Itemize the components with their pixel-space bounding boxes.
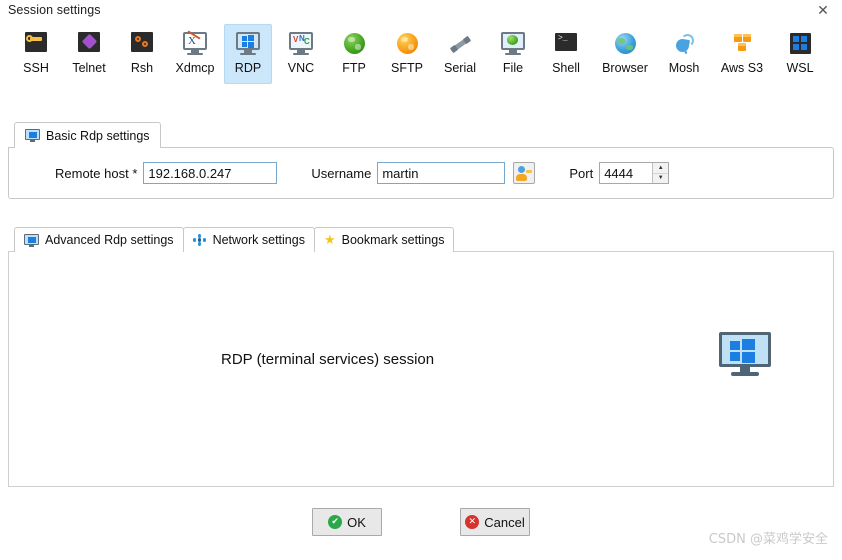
- session-description-text: RDP (terminal services) session: [221, 351, 435, 368]
- settings-tab-strip: Advanced Rdp settings Network settings ★…: [14, 227, 455, 252]
- username-input[interactable]: [377, 162, 506, 184]
- cancel-button[interactable]: ✕ Cancel: [460, 508, 530, 536]
- windows-monitor-icon: [719, 332, 771, 378]
- mosh-satellite-icon: [670, 29, 698, 57]
- star-icon: ★: [323, 232, 336, 248]
- protocol-button-serial[interactable]: Serial: [436, 24, 484, 84]
- tab-bookmark-settings-label: Bookmark settings: [341, 233, 445, 247]
- protocol-toolbar: SSH Telnet Rsh X Xdmcp RDP V N C VNC FTP…: [0, 24, 842, 90]
- user-key-icon[interactable]: [513, 162, 536, 184]
- tab-network-settings[interactable]: Network settings: [182, 227, 315, 252]
- protocol-label: WSL: [786, 61, 814, 75]
- close-icon[interactable]: ✕: [810, 2, 836, 20]
- protocol-button-shell[interactable]: >_ Shell: [542, 24, 590, 84]
- protocol-label: File: [502, 61, 524, 75]
- ssh-key-icon: [22, 29, 50, 57]
- protocol-label: Aws S3: [720, 61, 764, 75]
- telnet-gem-icon: [75, 29, 103, 57]
- protocol-button-rsh[interactable]: Rsh: [118, 24, 166, 84]
- ok-button[interactable]: ✔ OK: [312, 508, 382, 536]
- shell-terminal-icon: >_: [552, 29, 580, 57]
- aws-s3-cubes-icon: [728, 29, 756, 57]
- protocol-label: Rsh: [130, 61, 154, 75]
- window-title: Session settings: [8, 3, 101, 17]
- tab-basic-rdp-settings-label: Basic Rdp settings: [46, 128, 150, 143]
- protocol-button-telnet[interactable]: Telnet: [65, 24, 113, 84]
- port-stepper[interactable]: ▲ ▼: [599, 162, 670, 184]
- protocol-label: SFTP: [391, 61, 423, 75]
- network-dots-icon: [192, 234, 207, 246]
- protocol-label: VNC: [287, 61, 315, 75]
- tab-advanced-rdp-settings-label: Advanced Rdp settings: [45, 233, 174, 247]
- browser-globe-icon: [611, 29, 639, 57]
- port-label: Port: [569, 165, 594, 181]
- protocol-label: Mosh: [668, 61, 700, 75]
- ok-button-label: OK: [347, 514, 366, 530]
- protocol-label: Telnet: [72, 61, 106, 75]
- protocol-label: Serial: [444, 61, 476, 75]
- file-monitor-icon: [499, 29, 527, 57]
- protocol-button-vnc[interactable]: V N C VNC: [277, 24, 325, 84]
- session-description-panel: RDP (terminal services) session: [8, 251, 834, 487]
- protocol-label: FTP: [342, 61, 366, 75]
- ftp-globe-icon: [340, 29, 368, 57]
- protocol-button-wsl[interactable]: WSL: [776, 24, 824, 84]
- protocol-button-ssh[interactable]: SSH: [12, 24, 60, 84]
- protocol-button-xdmcp[interactable]: X Xdmcp: [171, 24, 219, 84]
- vnc-monitor-icon: V N C: [287, 29, 315, 57]
- protocol-button-ftp[interactable]: FTP: [330, 24, 378, 84]
- spin-down-icon[interactable]: ▼: [653, 174, 668, 184]
- xdmcp-monitor-icon: X: [181, 29, 209, 57]
- cancel-button-label: Cancel: [484, 514, 525, 530]
- wsl-windows-icon: [786, 29, 814, 57]
- port-spin-arrows[interactable]: ▲ ▼: [652, 163, 669, 184]
- monitor-icon: [25, 129, 40, 142]
- protocol-label: SSH: [23, 61, 49, 75]
- tab-network-settings-label: Network settings: [212, 233, 305, 247]
- check-circle-icon: ✔: [328, 515, 343, 529]
- protocol-button-file[interactable]: File: [489, 24, 537, 84]
- serial-plug-icon: [446, 29, 474, 57]
- username-label: Username: [311, 165, 372, 181]
- cancel-circle-icon: ✕: [465, 515, 480, 529]
- tab-basic-rdp-settings[interactable]: Basic Rdp settings: [14, 122, 161, 148]
- protocol-button-aws-s3[interactable]: Aws S3: [713, 24, 771, 84]
- port-input[interactable]: [600, 163, 653, 183]
- tab-advanced-rdp-settings[interactable]: Advanced Rdp settings: [14, 227, 184, 252]
- protocol-label: Xdmcp: [175, 61, 215, 75]
- sftp-globe-icon: [393, 29, 421, 57]
- remote-host-input[interactable]: [143, 162, 278, 184]
- monitor-icon: [24, 233, 39, 247]
- basic-settings-panel: Remote host * Username Port ▲ ▼: [8, 147, 834, 199]
- tab-bookmark-settings[interactable]: ★ Bookmark settings: [313, 227, 455, 252]
- spin-up-icon[interactable]: ▲: [653, 163, 669, 174]
- protocol-button-sftp[interactable]: SFTP: [383, 24, 431, 84]
- rsh-gears-icon: [128, 29, 156, 57]
- protocol-label: RDP: [234, 61, 262, 75]
- remote-host-label: Remote host *: [55, 165, 138, 181]
- window-title-bar: Session settings ✕: [0, 0, 842, 22]
- protocol-button-browser[interactable]: Browser: [595, 24, 655, 84]
- protocol-button-mosh[interactable]: Mosh: [660, 24, 708, 84]
- rdp-monitor-icon: [234, 29, 262, 57]
- protocol-label: Browser: [602, 61, 648, 75]
- protocol-button-rdp[interactable]: RDP: [224, 24, 272, 84]
- protocol-label: Shell: [552, 61, 580, 75]
- watermark: CSDN @菜鸡学安全: [708, 532, 828, 547]
